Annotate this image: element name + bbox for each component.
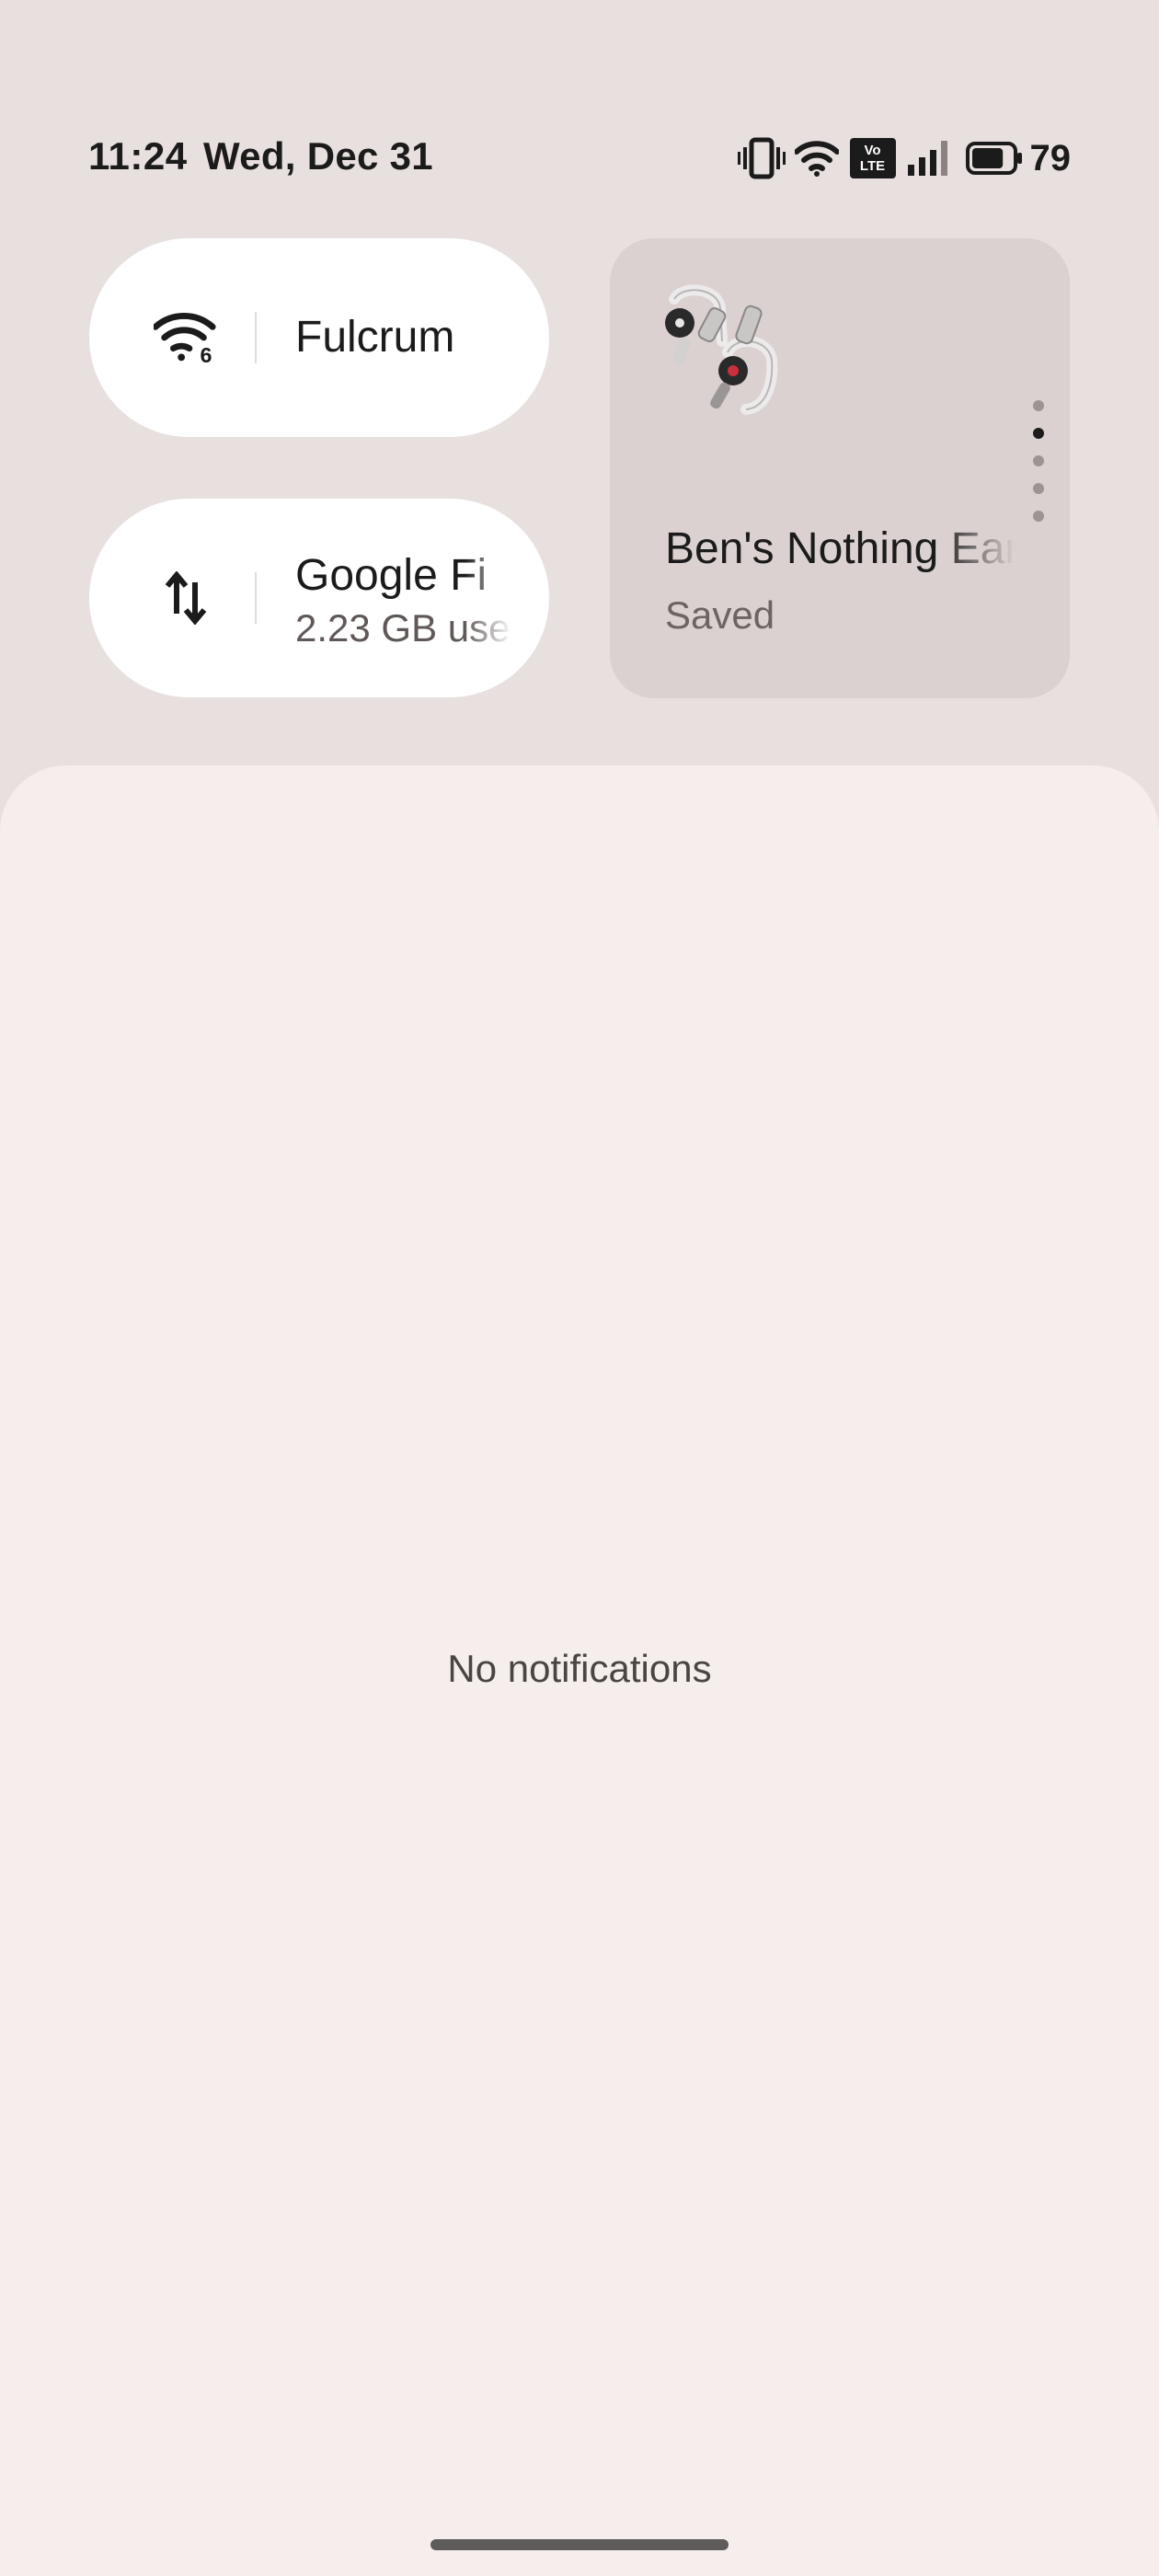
vibrate-icon [737, 132, 786, 184]
data-arrows-icon [154, 566, 218, 630]
tile-divider [255, 312, 257, 363]
page-dot [1033, 455, 1044, 466]
page-dot [1033, 511, 1044, 522]
status-bar: 11:24 Wed, Dec 31 Vo LTE 79 [0, 0, 1159, 221]
earbuds-icon [656, 281, 794, 419]
page-dot [1033, 400, 1044, 411]
device-status: Saved [665, 593, 775, 637]
mobile-data-tile[interactable]: Google Fi 2.23 GB use [89, 499, 549, 697]
mobile-data-tile-text: Google Fi 2.23 GB use [295, 550, 512, 650]
wifi-6-icon: 6 [154, 305, 218, 370]
wifi-icon [793, 132, 841, 184]
tile-divider [255, 572, 257, 624]
wifi-tile-text: Fulcrum [295, 312, 512, 362]
page-indicator[interactable] [1033, 400, 1046, 538]
wifi-tile[interactable]: 6 Fulcrum [89, 238, 549, 437]
battery-icon [965, 132, 1023, 184]
volte-top-text: Vo [864, 143, 881, 158]
status-date[interactable]: Wed, Dec 31 [203, 134, 433, 178]
device-name: Ben's Nothing Ear [665, 524, 1015, 573]
volte-bottom-text: LTE [859, 158, 886, 174]
wifi-network-name: Fulcrum [295, 313, 455, 362]
wifi-6-badge: 6 [201, 343, 212, 365]
status-time: 11:24 [88, 134, 188, 178]
volte-icon: Vo LTE [849, 138, 896, 178]
status-icons: Vo LTE 79 [737, 132, 1072, 184]
no-notifications-text: No notifications [447, 1647, 712, 1690]
page-dot [1033, 483, 1044, 494]
battery-percent: 79 [1029, 137, 1072, 178]
quick-settings-screen: 11:24 Wed, Dec 31 Vo LTE 79 6 Fulcrum Go… [0, 0, 1159, 2576]
page-dot [1033, 428, 1044, 439]
carrier-name: Google Fi [295, 551, 488, 600]
data-usage: 2.23 GB use [295, 606, 511, 650]
bluetooth-device-card[interactable]: Ben's Nothing Ear Saved [610, 238, 1070, 698]
cellular-signal-icon [907, 132, 953, 184]
home-gesture-handle[interactable] [430, 2539, 729, 2550]
